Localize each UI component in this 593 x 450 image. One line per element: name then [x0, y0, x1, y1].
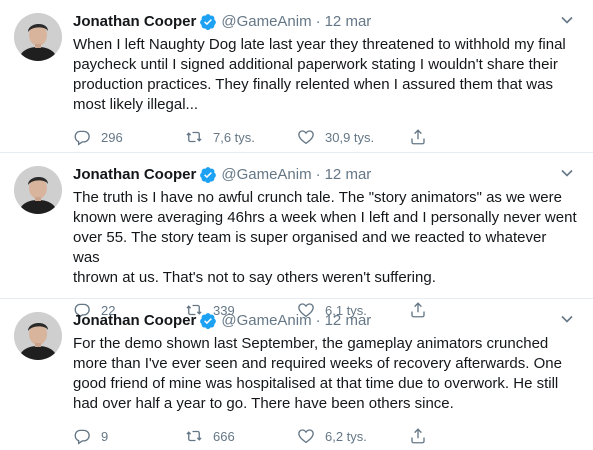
avatar[interactable]: [14, 13, 62, 61]
verified-badge-icon: [200, 313, 217, 330]
retweet-icon: [186, 430, 202, 442]
verified-badge-icon: [200, 14, 217, 31]
separator-dot: ·: [315, 13, 321, 30]
avatar[interactable]: [14, 166, 62, 214]
author-name[interactable]: Jonathan Cooper: [73, 311, 196, 331]
reply-icon: [74, 429, 90, 445]
tweet[interactable]: Jonathan Cooper @GameAnim · 12 mar The t…: [0, 153, 593, 319]
separator-dot: ·: [315, 312, 321, 329]
tweet-date[interactable]: 12 mar: [325, 311, 372, 331]
share-icon: [411, 428, 425, 444]
tweet-actions: 9 666 6,2 tys.: [73, 426, 577, 446]
author-name[interactable]: Jonathan Cooper: [73, 165, 196, 185]
like-count: 6,2 tys.: [325, 428, 367, 444]
share-button[interactable]: [409, 427, 437, 445]
heart-icon: [298, 429, 314, 444]
author-handle[interactable]: @GameAnim: [221, 12, 311, 32]
chevron-down-icon[interactable]: [557, 163, 577, 183]
tweet-date[interactable]: 12 mar: [325, 165, 372, 185]
separator-dot: ·: [315, 166, 321, 183]
retweet-icon: [186, 131, 202, 143]
retweet-button[interactable]: 666: [185, 427, 297, 445]
reply-button[interactable]: 9: [73, 427, 185, 445]
author-name[interactable]: Jonathan Cooper: [73, 12, 196, 32]
like-button[interactable]: 30,9 tys.: [297, 128, 409, 146]
avatar[interactable]: [14, 312, 62, 360]
tweet-text: For the demo shown last September, the g…: [73, 335, 562, 412]
chevron-down-icon[interactable]: [557, 10, 577, 30]
tweet-actions: 296 7,6 tys. 30,9 tys.: [73, 127, 577, 147]
tweet-text: The truth is I have no awful crunch tale…: [73, 189, 577, 286]
author-handle[interactable]: @GameAnim: [221, 311, 311, 331]
tweet-date[interactable]: 12 mar: [325, 12, 372, 32]
share-button[interactable]: [409, 128, 437, 146]
heart-icon: [298, 130, 314, 145]
reply-icon: [74, 130, 90, 146]
reply-button[interactable]: 296: [73, 128, 185, 146]
chevron-down-icon[interactable]: [557, 309, 577, 329]
verified-badge-icon: [200, 167, 217, 184]
retweet-count: 7,6 tys.: [213, 129, 255, 145]
author-handle[interactable]: @GameAnim: [221, 165, 311, 185]
like-button[interactable]: 6,2 tys.: [297, 427, 409, 445]
tweet[interactable]: Jonathan Cooper @GameAnim · 12 mar For t…: [0, 299, 593, 450]
share-icon: [411, 129, 425, 145]
reply-count: 296: [101, 129, 123, 145]
tweet[interactable]: Jonathan Cooper @GameAnim · 12 mar When …: [0, 0, 593, 153]
like-count: 30,9 tys.: [325, 129, 375, 145]
tweet-text: When I left Naughty Dog late last year t…: [73, 36, 566, 113]
reply-count: 9: [101, 428, 109, 444]
retweet-count: 666: [213, 428, 235, 444]
retweet-button[interactable]: 7,6 tys.: [185, 128, 297, 146]
